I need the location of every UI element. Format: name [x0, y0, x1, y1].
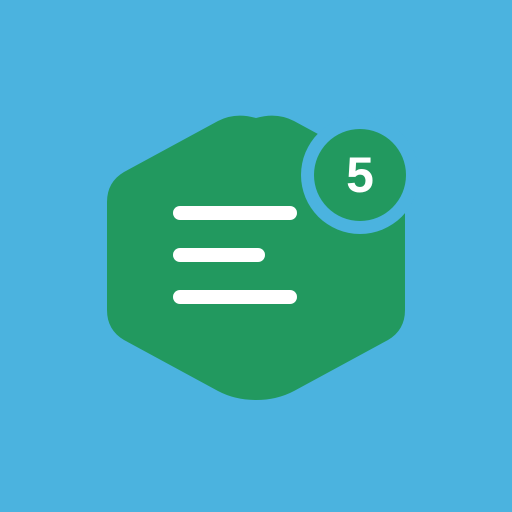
app-icon-stage: 5 — [0, 0, 512, 512]
document-list-icon[interactable] — [0, 0, 512, 512]
notification-count: 5 — [346, 147, 374, 203]
